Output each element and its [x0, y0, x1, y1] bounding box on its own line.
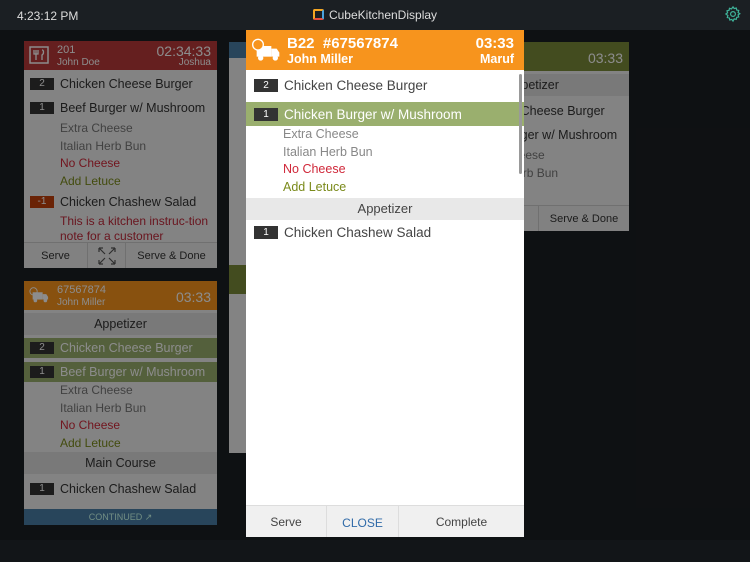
item-name: Chicken Chashew Salad: [284, 225, 432, 240]
modal-header: B22 #67567874 John Miller 03:33 Maruf: [246, 30, 524, 70]
item-name: Chicken Burger w/ Mushroom: [284, 106, 462, 122]
order-item[interactable]: 2 Chicken Cheese Burger: [246, 71, 524, 99]
modifier: No Cheese: [283, 162, 346, 176]
order-number: #67567874: [322, 35, 398, 52]
app-title: CubeKitchenDisplay: [0, 8, 750, 22]
modifier: Italian Herb Bun: [283, 144, 373, 159]
close-button[interactable]: CLOSE: [327, 506, 399, 537]
modifier: Extra Cheese: [283, 127, 359, 141]
delivery-truck-icon: [252, 38, 280, 61]
scrollbar[interactable]: [519, 74, 522, 174]
table-and-order: B22 #67567874: [287, 35, 398, 52]
qty-badge: 2: [254, 78, 278, 92]
complete-button[interactable]: Complete: [399, 506, 524, 537]
order-item-selected[interactable]: 1 Chicken Burger w/ Mushroom: [246, 102, 524, 126]
item-name: Chicken Cheese Burger: [284, 77, 428, 93]
table-number: B22: [287, 35, 315, 52]
gear-icon[interactable]: [724, 5, 742, 23]
order-item[interactable]: 1 Chicken Chashew Salad: [246, 220, 524, 245]
order-detail-modal: B22 #67567874 John Miller 03:33 Maruf 2C…: [246, 30, 524, 537]
server-name: Maruf: [479, 52, 514, 66]
qty-badge: 1: [254, 226, 278, 239]
cube-logo-icon: [312, 9, 324, 20]
serve-button[interactable]: Serve: [246, 506, 327, 537]
bottom-bar: [0, 540, 750, 562]
top-bar: 4:23:12 PM CubeKitchenDisplay: [0, 0, 750, 30]
customer-name: John Miller: [287, 52, 353, 66]
modifier: Add Letuce: [283, 179, 347, 194]
qty-badge: 1: [254, 107, 278, 121]
section-header: Appetizer: [246, 198, 524, 220]
timer: 03:33: [475, 35, 514, 52]
app-title-text: CubeKitchenDisplay: [328, 8, 438, 22]
